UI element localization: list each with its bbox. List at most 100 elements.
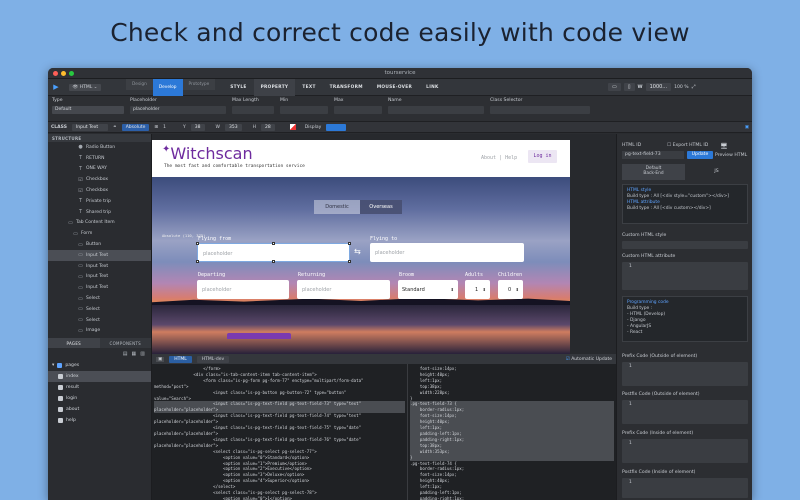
tab-text[interactable]: TEXT: [295, 79, 322, 96]
login-button[interactable]: Log in: [528, 150, 557, 163]
w-field[interactable]: 353: [224, 123, 242, 131]
fullscreen-icon[interactable]: ⤢: [692, 84, 696, 90]
page-item[interactable]: result: [48, 382, 151, 393]
resize-handle[interactable]: [272, 260, 275, 263]
html-code-editor[interactable]: </form> <div class="is-tab-content-item …: [152, 364, 407, 500]
zoom-label[interactable]: 100 %: [674, 85, 689, 90]
tab-mouse-over[interactable]: MOUSE-OVER: [370, 79, 419, 96]
display-toggle[interactable]: [326, 123, 347, 131]
structure-item[interactable]: ☑ Checkbox: [48, 185, 151, 196]
preview-icon[interactable]: 🖥: [720, 143, 728, 150]
structure-item[interactable]: T ONE WAY: [48, 164, 151, 175]
structure-item[interactable]: ▭ Button: [48, 239, 151, 250]
structure-item[interactable]: ▭ Input Text: [48, 261, 151, 272]
tab-style[interactable]: STYLE: [223, 79, 253, 96]
structure-item[interactable]: ▭ Input Text: [48, 282, 151, 293]
x-field[interactable]: 1: [163, 125, 166, 130]
broom-select[interactable]: Standard ⬍: [398, 280, 458, 299]
y-field[interactable]: 38: [190, 123, 205, 131]
structure-item[interactable]: ▭ Select: [48, 293, 151, 304]
delete-page-icon[interactable]: ▥: [140, 351, 145, 357]
device-icon-2[interactable]: ▯: [623, 83, 635, 91]
structure-item[interactable]: T RETURN: [48, 153, 151, 164]
class-field[interactable]: Input Text: [71, 123, 108, 131]
tab-html-dev[interactable]: HTML-dev: [196, 355, 230, 363]
resize-handle[interactable]: [348, 242, 351, 245]
link-icon[interactable]: ⚭: [113, 125, 117, 130]
export-html-id[interactable]: ☐ Export HTML ID: [667, 143, 708, 148]
tab-pages[interactable]: PAGES: [48, 338, 100, 348]
tab-domestic[interactable]: Domestic: [314, 200, 360, 214]
align-icon[interactable]: ⊞: [154, 125, 158, 130]
type-select[interactable]: Default: [52, 106, 124, 114]
max-field[interactable]: [334, 106, 382, 114]
tab-property[interactable]: PROPERTY: [253, 78, 296, 96]
structure-item[interactable]: ☑ Checkbox: [48, 174, 151, 185]
automatic-update[interactable]: ☑ Automatic Update: [566, 357, 612, 362]
play-icon[interactable]: ▶: [48, 79, 64, 96]
min-field[interactable]: [280, 106, 328, 114]
tab-html[interactable]: HTML: [169, 355, 192, 363]
structure-item[interactable]: ▭ Select: [48, 304, 151, 315]
tab-link[interactable]: LINK: [419, 79, 445, 96]
swap-arrows-icon[interactable]: ⇆: [354, 247, 366, 259]
new-folder-icon[interactable]: ▦: [132, 351, 137, 357]
css-code-editor[interactable]: font-size:14px; height:40px; left:1px; t…: [407, 364, 616, 500]
inspector-icon[interactable]: ▣: [745, 125, 749, 130]
returning-input[interactable]: placeholder: [297, 280, 390, 299]
segment-develop[interactable]: Develop: [152, 78, 183, 96]
prefix-inside-field[interactable]: 1: [622, 439, 748, 463]
resize-handle[interactable]: [196, 242, 199, 245]
tab-js[interactable]: JS: [685, 164, 748, 180]
structure-item[interactable]: ▭ Image: [48, 326, 151, 337]
site-logo[interactable]: ✦Witchscan: [162, 144, 253, 163]
tab-default-backend[interactable]: Default Back-End: [622, 164, 685, 180]
tab-overseas[interactable]: Overseas: [360, 200, 402, 214]
prefix-outside-field[interactable]: 1: [622, 362, 748, 386]
position-select[interactable]: Absolute: [121, 123, 150, 131]
name-field[interactable]: [388, 106, 484, 114]
structure-item[interactable]: T Shared trip: [48, 207, 151, 218]
structure-item[interactable]: T Private trip: [48, 196, 151, 207]
custom-style-field[interactable]: [622, 241, 748, 249]
resize-handle[interactable]: [348, 260, 351, 263]
search-button-edge[interactable]: [227, 333, 291, 339]
color-swatch-icon[interactable]: [289, 124, 296, 130]
flying-to-input[interactable]: placeholder: [370, 243, 524, 262]
segment-prototype[interactable]: Prototype: [182, 78, 216, 90]
maxlength-field[interactable]: [232, 106, 274, 114]
resize-handle[interactable]: [196, 260, 199, 263]
segment-design[interactable]: Design: [126, 78, 153, 90]
tab-transform[interactable]: TRANSFORM: [323, 79, 370, 96]
h-field[interactable]: 28: [260, 123, 275, 131]
page-item[interactable]: index: [48, 371, 151, 382]
html-id-field[interactable]: pg-text-field-73: [622, 151, 684, 159]
children-select[interactable]: 0 ⬍: [498, 280, 523, 299]
placeholder-field[interactable]: placeholder: [130, 106, 226, 114]
structure-item[interactable]: ▭ Select: [48, 315, 151, 326]
code-view-icon[interactable]: ▣: [156, 356, 165, 362]
tab-components[interactable]: COMPONENTS: [100, 338, 152, 348]
width-field[interactable]: 1000...: [645, 83, 672, 91]
mode-selector[interactable]: 👁 HTML ⌄: [64, 79, 106, 96]
structure-item[interactable]: ● Radio Button: [48, 142, 151, 153]
structure-item[interactable]: ▭ Input Text: [48, 249, 151, 261]
nav-about[interactable]: About: [481, 155, 496, 161]
page-item[interactable]: login: [48, 393, 151, 404]
device-icon[interactable]: ▭: [608, 83, 621, 91]
structure-item[interactable]: ▭ Input Text: [48, 272, 151, 283]
custom-attr-field[interactable]: 1: [622, 262, 748, 290]
class-selector-field[interactable]: [490, 106, 590, 114]
preview-html-label[interactable]: Preview HTML: [715, 153, 747, 158]
page-item[interactable]: help: [48, 415, 151, 426]
nav-help[interactable]: Help: [505, 155, 517, 161]
structure-item[interactable]: ▭ Tab Content Item: [48, 218, 151, 229]
new-page-icon[interactable]: ▤: [123, 351, 128, 357]
postfix-outside-field[interactable]: 1: [622, 400, 748, 424]
page-item[interactable]: about: [48, 404, 151, 415]
postfix-inside-field[interactable]: 1: [622, 478, 748, 498]
departing-input[interactable]: placeholder: [197, 280, 289, 299]
pages-folder[interactable]: ▾ pages: [48, 360, 151, 371]
resize-handle[interactable]: [272, 242, 275, 245]
adults-select[interactable]: 1 ⬍: [465, 280, 490, 299]
